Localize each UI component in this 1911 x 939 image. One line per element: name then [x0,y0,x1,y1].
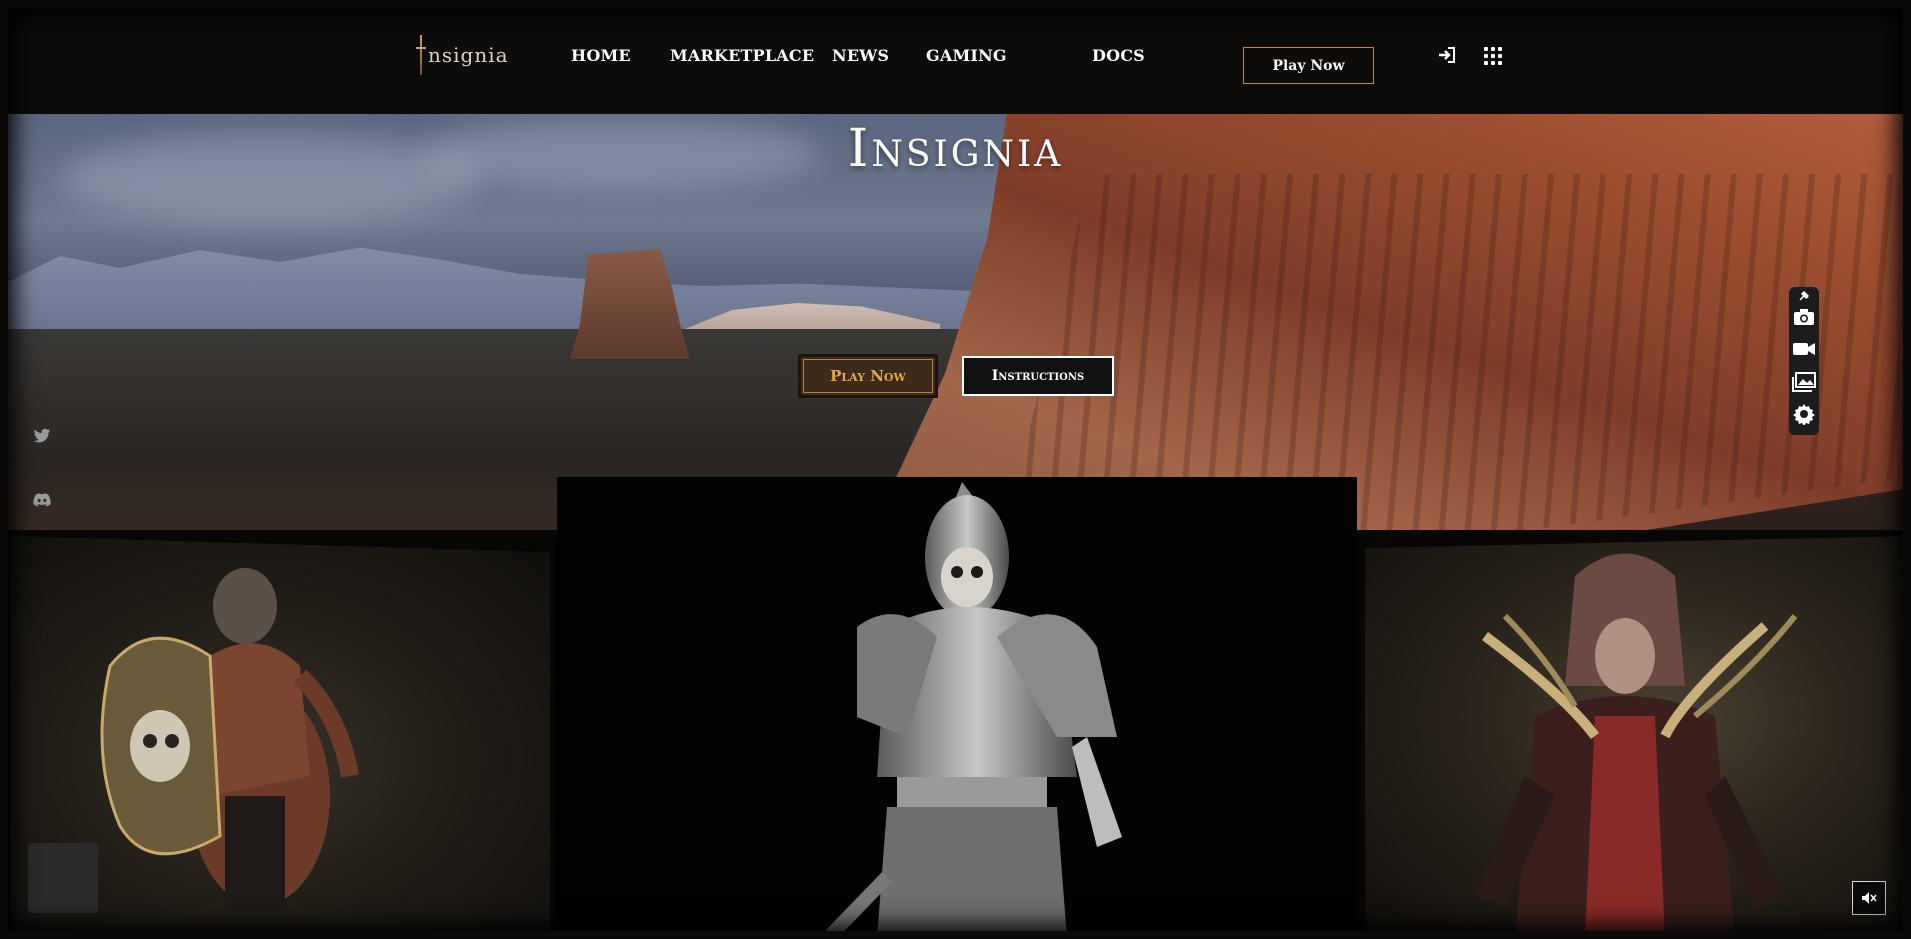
site-header: nsignia HOME MARKETPLACE NEWS GAMING DOC… [0,0,1911,114]
gear-icon [1793,404,1815,426]
character-card-right[interactable] [1365,536,1911,939]
sword-icon [416,33,426,77]
gallery-icon [1792,371,1816,392]
nav-docs[interactable]: DOCS [1092,46,1145,65]
hero-title: Insignia [847,119,1064,179]
hero-play-now-button[interactable]: Play Now [798,354,938,398]
brand-logo[interactable]: nsignia [416,33,510,77]
character-card-center[interactable] [557,477,1357,939]
camera-icon [1794,308,1814,325]
nav-news[interactable]: NEWS [832,46,889,65]
armored-knight-figure [821,482,1122,939]
settings-button[interactable] [1792,402,1816,426]
video-button[interactable] [1792,337,1816,361]
speaker-muted-icon [1862,892,1877,904]
login-icon[interactable] [1437,46,1457,64]
camera-button[interactable] [1792,305,1816,329]
video-camera-icon [1793,343,1815,356]
capture-toolbar [1789,287,1819,435]
chat-widget[interactable] [28,843,98,913]
brand-logo-text: nsignia [428,43,509,67]
discord-icon[interactable] [33,492,51,508]
nav-marketplace[interactable]: MARKETPLACE [670,46,814,65]
mute-button[interactable] [1852,881,1886,915]
butte-rock [570,249,690,359]
nav-home[interactable]: HOME [571,46,631,65]
hooded-rogue-figure [1475,553,1798,939]
hero-instructions-button[interactable]: Instructions [962,356,1114,396]
header-play-now-button[interactable]: Play Now [1243,47,1374,84]
apps-grid-icon[interactable] [1484,47,1502,65]
gallery-button[interactable] [1792,370,1816,394]
nav-gaming[interactable]: GAMING [926,46,1007,65]
pin-icon[interactable] [1798,291,1810,301]
twitter-icon[interactable] [33,428,51,444]
